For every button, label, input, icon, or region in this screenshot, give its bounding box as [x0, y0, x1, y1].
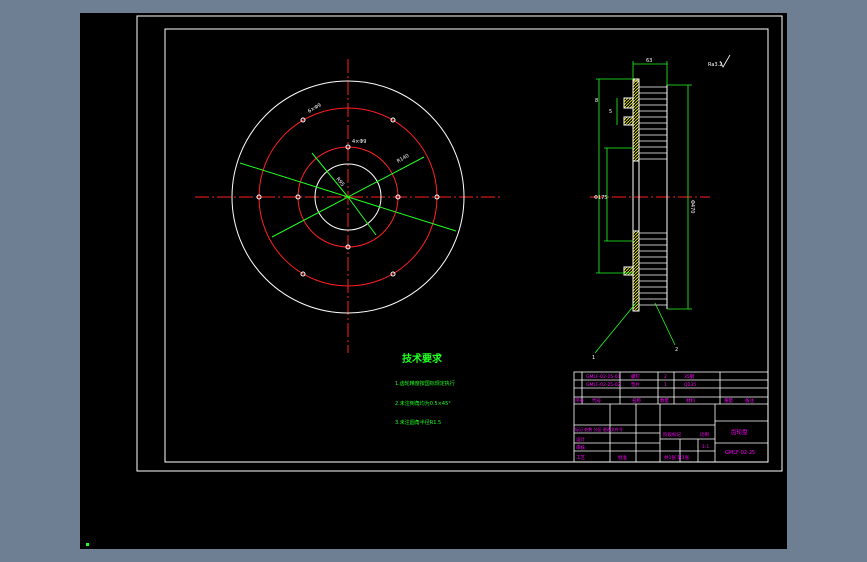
drawing-number: GMLF-02-25 [725, 450, 755, 456]
parts-row-2-code: GMLF-02-25-02 [586, 382, 621, 388]
step-mid [623, 116, 634, 126]
header-seq: 序号 [575, 397, 584, 404]
part-name: 齿轮盘 [731, 428, 748, 436]
approve-label: 批准 [618, 454, 627, 461]
dim-radius-b: R95 [334, 176, 345, 187]
header-weight: 重量 [724, 397, 733, 404]
dim-small2-text: 5 [609, 109, 612, 115]
tech-title: 技术要求 [402, 352, 443, 365]
hub-top [632, 78, 640, 162]
tech-note-1: 1.齿轮精度按国标规定执行 [395, 380, 455, 387]
hub-bottom [632, 230, 640, 312]
parts-row-2-name: 垫片 [631, 381, 640, 388]
dim-leader [311, 152, 349, 198]
drawing-canvas[interactable]: 6×Φ9 4×Φ9 R140 R95 63 Φ470 Φ175 8 5 1 2 … [80, 13, 787, 549]
leader-line-a [594, 302, 637, 354]
designer-label: 设计 [576, 436, 585, 443]
stage-label: 阶段标记 [663, 431, 681, 438]
parts-row-1-qty: 2 [664, 374, 667, 380]
step-bottom [623, 266, 634, 276]
dim-small1-text: 8 [595, 98, 598, 104]
header-qty: 数量 [660, 397, 669, 404]
roughness-text: Ra3.2 [708, 62, 722, 68]
checker-label: 审核 [576, 444, 585, 451]
tech-note-2: 2.未注倒角均为0.5×45° [395, 400, 451, 407]
dim-radius-a: R140 [396, 153, 410, 165]
dim-holes-inner: 4×Φ9 [352, 139, 367, 145]
technical-requirements: 技术要求 1.齿轮精度按国标规定执行 2.未注倒角均为0.5×45° 3.未注圆… [395, 352, 455, 426]
tech-note-3: 3.未注圆角半径R1.5 [395, 419, 441, 426]
dim-left-text: Φ175 [594, 195, 607, 201]
section-view: 63 Φ470 Φ175 8 5 1 2 Ra3.2 [590, 54, 731, 361]
parts-row-2-mat: Q235 [684, 382, 696, 388]
sheet-info: 共1张 第1张 [664, 454, 690, 461]
header-code: 代号 [592, 397, 601, 404]
leader-label-b: 2 [675, 347, 678, 353]
status-indicator [86, 543, 89, 546]
parts-row-1-mat: 35钢 [684, 373, 695, 380]
dim-top-text: 63 [646, 58, 652, 64]
mark-label: 标记 处数 分区 更改文件号 [575, 426, 623, 432]
header-note: 备注 [745, 397, 754, 404]
parts-row-1-code: GMLF-02-25-01 [586, 374, 621, 380]
parts-row-1-name: 螺钉 [631, 373, 640, 380]
process-label: 工艺 [576, 455, 585, 461]
leader-label-a: 1 [592, 355, 595, 361]
header-name: 名称 [632, 397, 641, 404]
cad-viewport[interactable]: 6×Φ9 4×Φ9 R140 R95 63 Φ470 Φ175 8 5 1 2 … [80, 13, 787, 549]
header-mat: 材料 [686, 397, 695, 404]
title-block-text: GMLF-02-25-01 螺钉 2 35钢 GMLF-02-25-02 垫片 … [575, 373, 755, 461]
parts-row-2-qty: 1 [664, 382, 667, 388]
step-top [623, 97, 634, 109]
dim-right-text: Φ470 [689, 200, 695, 213]
scale-label: 比例 [700, 431, 709, 438]
teeth-lines [639, 86, 667, 306]
scale-value: 1:1 [702, 444, 709, 450]
front-view: 6×Φ9 4×Φ9 R140 R95 [195, 59, 503, 353]
